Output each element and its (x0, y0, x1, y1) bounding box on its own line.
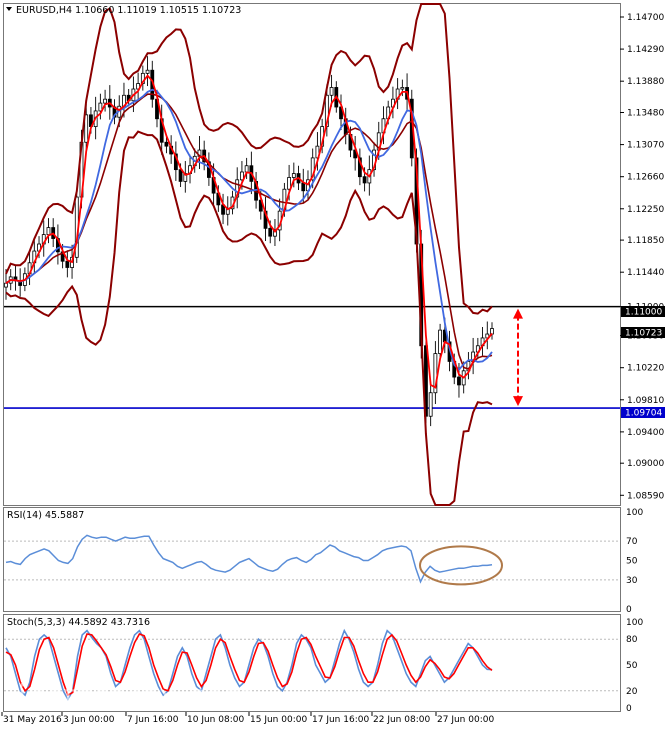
candle-body (291, 173, 296, 178)
rsi-line (5, 534, 493, 584)
range-arrow-down-head (513, 396, 523, 407)
time-axis-label: 7 Jun 16:00 (127, 715, 179, 725)
svg-text:1.10723: 1.10723 (625, 329, 662, 339)
fast-ma-line (5, 74, 493, 389)
dropdown-triangle-icon[interactable] (6, 7, 12, 11)
price-axis-label: 1.14700 (627, 13, 664, 23)
candle-body (329, 87, 334, 96)
rsi-axis-label: 70 (626, 537, 638, 547)
price-axis-label: 1.13480 (627, 108, 664, 118)
bollinger-upper-band (5, 3, 493, 315)
range-arrow-up-head (513, 308, 523, 319)
candle-body (428, 392, 433, 417)
stoch-header: Stoch(5,3,3) 44.5892 43.7316 (7, 617, 150, 628)
price-axis-label: 1.13880 (627, 77, 664, 87)
candle-body (268, 227, 273, 237)
candle-body (178, 169, 183, 182)
stoch-axis-label: 100 (626, 618, 643, 628)
candle-body (103, 98, 107, 104)
candle-body (457, 376, 461, 386)
price-axis-label: 1.09400 (627, 428, 664, 438)
resistance-price-tag: 1.11000 (621, 306, 665, 318)
rsi-axis-label: 30 (626, 576, 638, 586)
bollinger-middle-band (5, 93, 493, 370)
candle-body (490, 328, 494, 335)
stoch-axis-label: 20 (626, 687, 638, 697)
time-axis-label: 27 Jun 00:00 (437, 715, 494, 725)
time-axis-label: 17 Jun 16:00 (312, 715, 369, 725)
price-axis-label: 1.11850 (627, 236, 664, 246)
price-axis-label: 1.11440 (627, 268, 664, 278)
time-axis-label: 3 Jun 00:00 (63, 715, 115, 725)
candle-body (65, 260, 70, 268)
rsi-axis-label: 0 (626, 605, 632, 615)
rsi-axis-label: 50 (626, 557, 638, 567)
price-panel (4, 3, 620, 506)
candle-body (301, 182, 306, 192)
rsi-axis-label: 100 (626, 508, 643, 518)
price-axis-label: 1.13070 (627, 141, 664, 151)
rsi-panel (4, 534, 620, 586)
candle-body (164, 141, 169, 147)
candle-body (400, 87, 405, 90)
time-axis-label: 15 Jun 00:00 (250, 715, 307, 725)
candle-body (362, 176, 367, 184)
price-axis-label: 1.10220 (627, 364, 664, 374)
time-axis-label: 10 Jun 08:00 (187, 715, 244, 725)
svg-text:1.09704: 1.09704 (625, 409, 662, 419)
candle-body (244, 165, 249, 173)
stoch-axis-label: 0 (626, 704, 632, 714)
candle-body (46, 227, 51, 236)
candle-body (145, 69, 150, 74)
main-chart-header: EURUSD,H4 1.10660 1.11019 1.10515 1.1072… (16, 5, 241, 16)
candle-body (438, 329, 442, 355)
price-axis-label: 1.12250 (627, 205, 664, 215)
time-axis-label: 31 May 2016 (3, 715, 62, 725)
price-axis-label: 1.12660 (627, 173, 664, 183)
price-axis-label: 1.09810 (627, 396, 664, 406)
watermark-text: instaforex.com (18, 679, 255, 714)
candle-body (4, 282, 8, 288)
rsi-panel-frame (3, 507, 621, 612)
support-price-tag: 1.09704 (621, 407, 665, 419)
price-axis-label: 1.09000 (627, 459, 664, 469)
price-axis-label: 1.08590 (627, 491, 664, 501)
time-axis-label: 22 Jun 08:00 (373, 715, 430, 725)
current-price-tag: 1.10723 (621, 327, 665, 339)
rsi-header: RSI(14) 45.5887 (7, 510, 84, 521)
stoch-axis-label: 50 (626, 661, 638, 671)
price-axis-label: 1.14290 (627, 45, 664, 55)
chart-canvas: 1.14700 1.14290 1.13880 1.13480 1.13070 1.126… (1, 3, 665, 725)
stoch-axis-label: 80 (626, 635, 638, 645)
svg-text:1.11000: 1.11000 (625, 308, 662, 318)
